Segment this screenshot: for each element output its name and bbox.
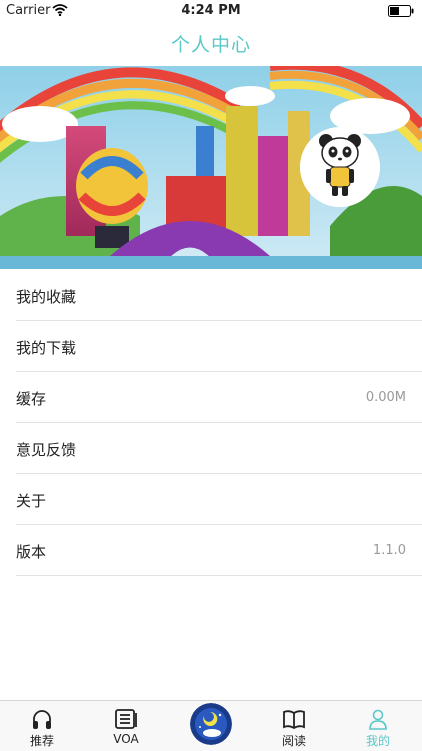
cache-size-value: 0.00M	[365, 390, 406, 405]
status-bar: Carrier 4:24 PM	[0, 0, 422, 22]
menu-item-label: 版本	[16, 543, 47, 561]
tab-reading[interactable]: 阅读	[252, 701, 336, 751]
divider	[16, 575, 422, 576]
book-icon	[282, 707, 306, 731]
tab-label: VOA	[113, 732, 139, 746]
avatar[interactable]	[300, 127, 380, 207]
tab-mine[interactable]: 我的	[336, 701, 420, 751]
menu-item-label: 关于	[16, 492, 47, 510]
menu-item-label: 缓存	[16, 390, 47, 408]
headphones-icon	[30, 707, 54, 731]
tab-voa[interactable]: VOA	[84, 701, 168, 751]
person-icon	[366, 707, 390, 731]
menu-item-downloads[interactable]: 我的下载	[0, 321, 422, 372]
menu-item-about[interactable]: 关于	[0, 474, 422, 525]
menu-item-favorites[interactable]: 我的收藏	[0, 270, 422, 321]
status-time: 4:24 PM	[181, 3, 241, 18]
menu-item-label: 我的收藏	[16, 288, 77, 306]
tab-recommend[interactable]: 推荐	[0, 701, 84, 751]
menu-item-cache[interactable]: 缓存 0.00M	[0, 372, 422, 423]
settings-menu: 我的收藏 我的下载 缓存 0.00M 意见反馈 关于 版本 1.1.0	[0, 270, 422, 576]
menu-item-version[interactable]: 版本 1.1.0	[0, 525, 422, 576]
navigation-bar: 个人中心	[0, 22, 422, 66]
center-media-button[interactable]	[190, 703, 232, 745]
battery-icon	[388, 5, 414, 21]
tab-label: 我的	[365, 734, 390, 748]
page-title: 个人中心	[170, 34, 251, 56]
tab-label: 阅读	[281, 734, 306, 748]
menu-item-label: 我的下载	[16, 339, 77, 357]
tab-label: 推荐	[29, 734, 54, 748]
news-icon	[114, 707, 138, 731]
version-value: 1.1.0	[372, 543, 406, 558]
menu-item-feedback[interactable]: 意见反馈	[0, 423, 422, 474]
menu-item-label: 意见反馈	[16, 441, 77, 459]
